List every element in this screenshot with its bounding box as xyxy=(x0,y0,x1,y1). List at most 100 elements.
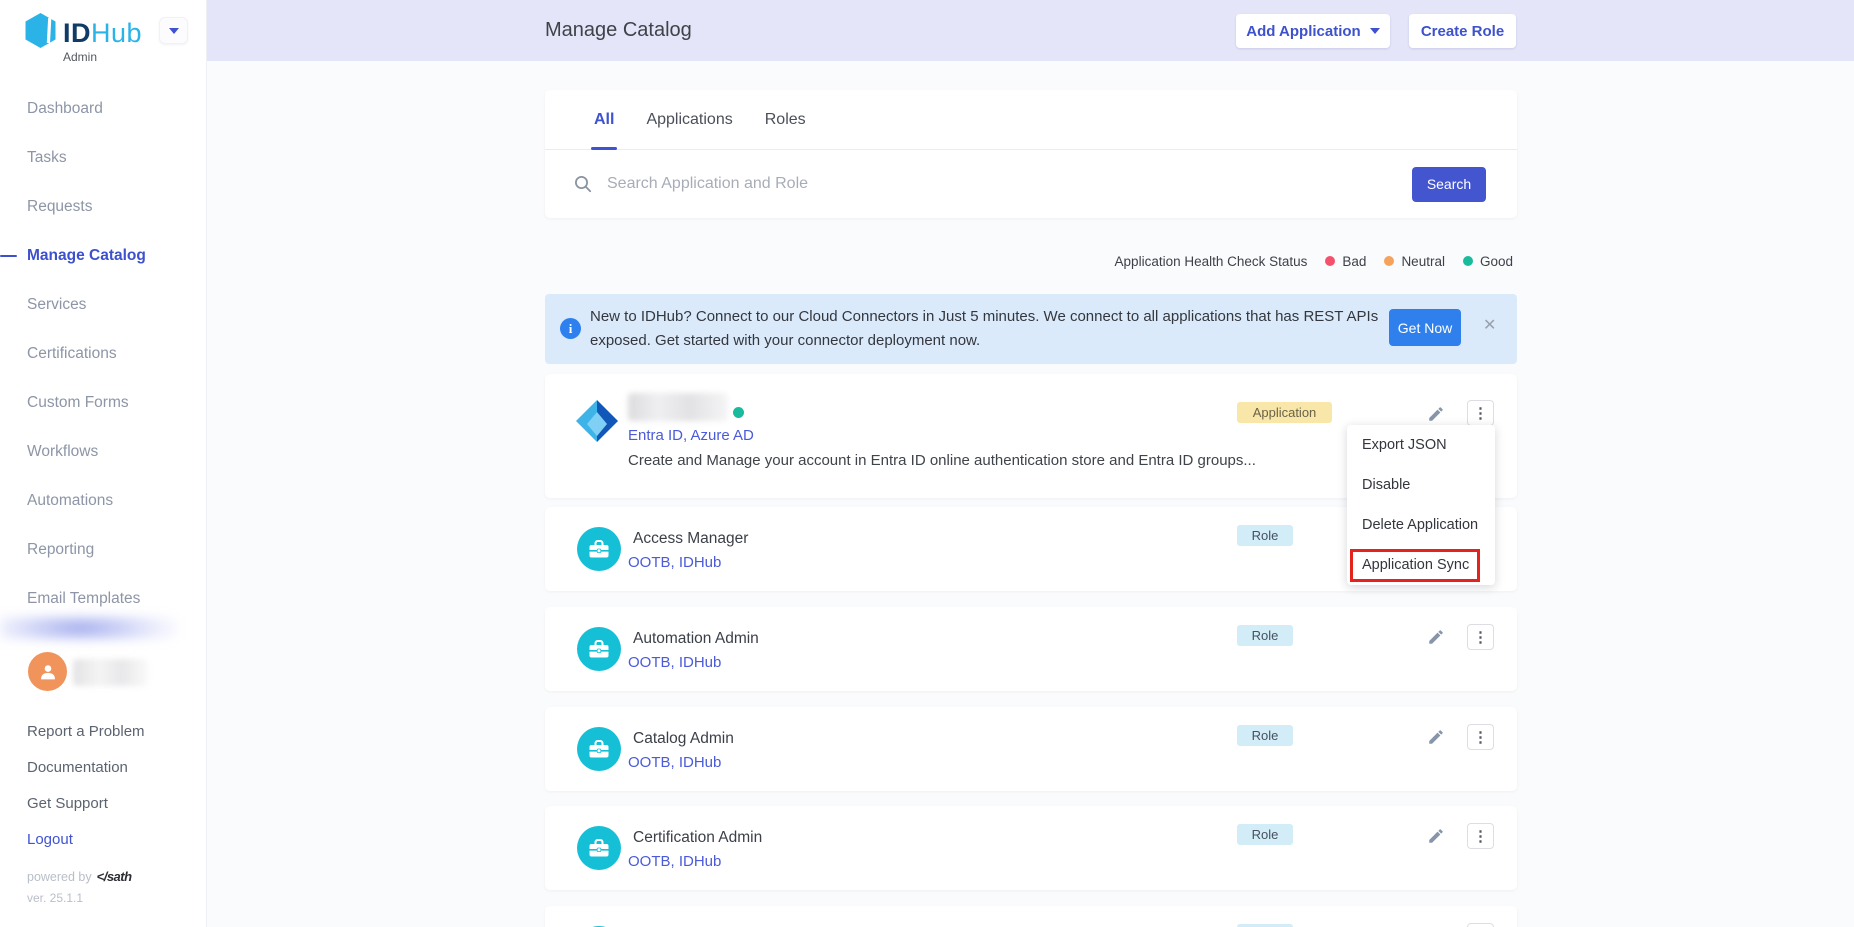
brand-subtitle: Admin xyxy=(63,50,97,64)
search-icon xyxy=(573,174,593,194)
chevron-down-icon xyxy=(1370,28,1380,34)
legend-item-neutral: Neutral xyxy=(1384,254,1445,269)
edit-button[interactable] xyxy=(1425,403,1447,425)
get-support-link[interactable]: Get Support xyxy=(27,795,108,812)
row-menu-button[interactable]: ⋮ xyxy=(1467,923,1494,927)
search-button[interactable]: Search xyxy=(1412,167,1486,202)
sidebar-item-services[interactable]: Services xyxy=(0,280,207,329)
application-tags-link[interactable]: Entra ID, Azure AD xyxy=(628,427,754,444)
sidebar-item-manage-catalog[interactable]: Manage Catalog xyxy=(0,231,207,280)
brand-name: IDHub xyxy=(63,18,142,49)
row-menu-button[interactable]: ⋮ xyxy=(1467,624,1494,650)
role-tags-link[interactable]: OOTB, IDHub xyxy=(628,754,721,771)
avatar[interactable] xyxy=(28,652,67,691)
edit-button[interactable] xyxy=(1425,825,1447,847)
pencil-icon xyxy=(1427,628,1445,646)
kebab-menu-icon: ⋮ xyxy=(1473,730,1488,745)
pencil-icon xyxy=(1427,405,1445,423)
pencil-icon xyxy=(1427,827,1445,845)
get-now-button[interactable]: Get Now xyxy=(1389,309,1461,346)
report-a-problem-link[interactable]: Report a Problem xyxy=(27,723,145,740)
sidebar: IDHub Admin Dashboard Tasks Requests Man… xyxy=(0,0,207,927)
logout-link[interactable]: Logout xyxy=(27,831,73,848)
briefcase-icon xyxy=(577,727,621,771)
role-tags-link[interactable]: OOTB, IDHub xyxy=(628,554,721,571)
good-status-dot-icon xyxy=(1463,256,1473,266)
page-header xyxy=(207,0,1854,61)
menu-item-disable[interactable]: Disable xyxy=(1347,465,1495,505)
role-tags-link[interactable]: OOTB, IDHub xyxy=(628,654,721,671)
user-icon xyxy=(37,661,59,683)
legend-title: Application Health Check Status xyxy=(1115,254,1308,269)
menu-item-delete-application[interactable]: Delete Application xyxy=(1347,505,1495,545)
briefcase-icon xyxy=(577,627,621,671)
entra-id-logo-icon xyxy=(576,400,618,447)
sidebar-item-custom-forms[interactable]: Custom Forms xyxy=(0,378,207,427)
health-status-dot-good xyxy=(733,407,744,418)
powered-by: powered by</sath xyxy=(27,869,132,884)
neutral-status-dot-icon xyxy=(1384,256,1394,266)
sidebar-item-requests[interactable]: Requests xyxy=(0,182,207,231)
bad-status-dot-icon xyxy=(1325,256,1335,266)
health-check-legend: Application Health Check Status Bad Neut… xyxy=(545,248,1513,274)
page-title: Manage Catalog xyxy=(545,0,692,61)
tab-applications[interactable]: Applications xyxy=(646,90,732,149)
redacted-sidebar-item xyxy=(0,616,178,640)
type-badge-role: Role xyxy=(1237,625,1293,646)
menu-item-application-sync[interactable]: Application Sync xyxy=(1347,545,1495,585)
create-role-button[interactable]: Create Role xyxy=(1409,14,1516,48)
row-context-menu: Export JSON Disable Delete Application A… xyxy=(1347,425,1495,585)
redacted-user-name xyxy=(73,659,148,686)
documentation-link[interactable]: Documentation xyxy=(27,759,128,776)
info-icon: i xyxy=(560,318,581,339)
table-row-partial: ⋮ xyxy=(545,906,1517,927)
legend-item-good: Good xyxy=(1463,254,1513,269)
chevron-down-icon xyxy=(169,28,179,34)
legend-item-bad: Bad xyxy=(1325,254,1366,269)
briefcase-icon xyxy=(577,826,621,870)
application-description: Create and Manage your account in Entra … xyxy=(628,452,1256,469)
pencil-icon xyxy=(1427,728,1445,746)
kebab-menu-icon: ⋮ xyxy=(1473,630,1488,645)
sidebar-item-tasks[interactable]: Tasks xyxy=(0,133,207,182)
table-row-catalog-admin: Catalog Admin OOTB, IDHub Role ⋮ xyxy=(545,707,1517,791)
row-menu-button[interactable]: ⋮ xyxy=(1467,400,1494,426)
table-row-automation-admin: Automation Admin OOTB, IDHub Role ⋮ xyxy=(545,607,1517,691)
type-badge-role: Role xyxy=(1237,725,1293,746)
type-badge-role: Role xyxy=(1237,824,1293,845)
sidebar-item-workflows[interactable]: Workflows xyxy=(0,427,207,476)
sidebar-item-reporting[interactable]: Reporting xyxy=(0,525,207,574)
role-tags-link[interactable]: OOTB, IDHub xyxy=(628,853,721,870)
search-bar: Search xyxy=(545,150,1517,218)
kebab-menu-icon: ⋮ xyxy=(1473,406,1488,421)
role-name: Access Manager xyxy=(633,530,748,548)
search-input[interactable] xyxy=(607,175,1398,193)
workspace-switcher-button[interactable] xyxy=(159,17,188,44)
role-name: Catalog Admin xyxy=(633,730,734,748)
sidebar-item-automations[interactable]: Automations xyxy=(0,476,207,525)
add-application-button[interactable]: Add Application xyxy=(1236,14,1390,48)
brand-logo: IDHub xyxy=(22,12,142,54)
connector-info-banner: i New to IDHub? Connect to our Cloud Con… xyxy=(545,294,1517,364)
sidebar-nav: Dashboard Tasks Requests Manage Catalog … xyxy=(0,84,207,623)
type-badge-role: Role xyxy=(1237,525,1293,546)
edit-button[interactable] xyxy=(1425,726,1447,748)
tab-all[interactable]: All xyxy=(594,90,614,149)
edit-button[interactable] xyxy=(1425,626,1447,648)
type-badge-application: Application xyxy=(1237,402,1332,423)
kebab-menu-icon: ⋮ xyxy=(1473,829,1488,844)
row-menu-button[interactable]: ⋮ xyxy=(1467,823,1494,849)
menu-item-export-json[interactable]: Export JSON xyxy=(1347,425,1495,465)
vendor-logo: </sath xyxy=(97,869,132,884)
version-label: ver. 25.1.1 xyxy=(27,891,83,905)
sidebar-item-certifications[interactable]: Certifications xyxy=(0,329,207,378)
tab-roles[interactable]: Roles xyxy=(765,90,806,149)
hexagon-logo-icon xyxy=(22,12,59,54)
row-menu-button[interactable]: ⋮ xyxy=(1467,724,1494,750)
briefcase-icon xyxy=(577,527,621,571)
role-name: Certification Admin xyxy=(633,829,762,847)
sidebar-item-dashboard[interactable]: Dashboard xyxy=(0,84,207,133)
redacted-application-name xyxy=(628,393,728,421)
tab-bar: All Applications Roles xyxy=(545,90,1517,150)
close-icon[interactable]: ✕ xyxy=(1483,315,1496,335)
